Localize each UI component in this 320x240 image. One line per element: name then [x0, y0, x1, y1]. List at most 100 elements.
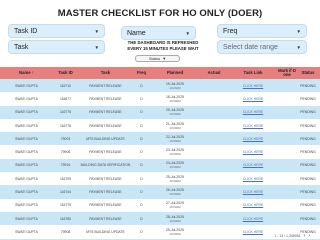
task-link[interactable]: CLICK HERE: [243, 124, 263, 128]
planned-time: 10:00AM: [169, 112, 181, 117]
cell-task-link: CLICK HERE: [228, 110, 278, 114]
cell-status: PENDING: [300, 83, 316, 88]
task-link[interactable]: CLICK HERE: [243, 177, 263, 181]
header-task-link[interactable]: Task Link: [228, 70, 278, 75]
cell-planned: 26-Jul-2025 10:00AM: [150, 188, 200, 196]
header-mark-done[interactable]: Mark if D one: [278, 68, 296, 77]
cell-task: PAYMENT RELEASE: [89, 110, 122, 115]
cell-freq: D: [140, 150, 143, 155]
task-link[interactable]: CLICK HERE: [243, 137, 263, 141]
table-row: SWATI GUPTA 116775 PAYMENT RELEASE D 27-Jul-…: [0, 198, 320, 212]
cell-name: SWATI GUPTA: [15, 110, 38, 115]
task-link[interactable]: CLICK HERE: [243, 110, 263, 114]
cell-planned: 27-Jul-2025 10:00AM: [150, 201, 200, 209]
table-body: SWATI GUPTA 116710 PAYMENT RELEASE D 19-Jul-…: [0, 79, 320, 240]
cell-status: PENDING: [300, 110, 316, 115]
table-row: SWATI GUPTA 79916 BUILDING DATA VERIFICATI…: [0, 158, 320, 173]
name-filter[interactable]: Name ▼: [121, 26, 196, 40]
cell-task: PAYMENT RELEASE: [89, 123, 122, 128]
planned-time: 10:00AM: [169, 205, 181, 210]
cell-task-id: 116776: [59, 110, 72, 115]
cell-status: PENDING: [300, 216, 316, 221]
cell-name: SWATI GUPTA: [15, 83, 38, 88]
table-row: SWATI GUPTA 79003 MTS BUILDING UPDATE D 22-J…: [0, 132, 320, 146]
task-link[interactable]: CLICK HERE: [243, 163, 263, 167]
chevron-down-icon: ▼: [185, 30, 190, 36]
table-header: Name ↑ Task ID Task Freq Planned Actual …: [0, 67, 320, 79]
task-id-filter[interactable]: Task ID ▼: [8, 24, 105, 38]
table-row: SWATI GUPTA 116677 PAYMENT RELEASE D 18-Jul-…: [0, 92, 320, 106]
cell-freq: D: [140, 163, 143, 168]
cell-planned: 21-Jul-2025 10:00AM: [150, 122, 200, 130]
cell-freq: D: [140, 216, 143, 221]
status-button-label: Status: [148, 56, 161, 61]
cell-freq: D: [140, 83, 143, 88]
planned-time: 10:00AM: [169, 138, 181, 143]
task-link[interactable]: CLICK HERE: [243, 230, 263, 234]
cell-task: MTS BUILDING UPDATE: [86, 229, 125, 234]
cell-name: SWATI GUPTA: [15, 96, 38, 101]
cell-task: PAYMENT RELEASE: [89, 203, 122, 208]
task-filter-label: Task: [14, 43, 29, 51]
cell-task-id: 79003: [60, 136, 71, 141]
table-row: SWATI GUPTA 79906 PAYMENT RELEASE D 23-Jul-2…: [0, 145, 320, 159]
cell-status: PENDING: [300, 163, 316, 168]
table-row: SWATI GUPTA 116778 PAYMENT RELEASE D 21-Jul-…: [0, 118, 320, 133]
cell-task-id: 116778: [59, 123, 72, 128]
cell-name: SWATI GUPTA: [15, 136, 38, 141]
status-filter-button[interactable]: Status ▼: [135, 55, 180, 62]
cell-task-link: CLICK HERE: [228, 84, 278, 88]
pagination-label: 1 - 13 / 1,348061: [274, 234, 301, 238]
task-table: Name ↑ Task ID Task Freq Planned Actual …: [0, 67, 320, 240]
date-range-picker[interactable]: Select date range ▼: [217, 40, 307, 54]
header-name[interactable]: Name ↑: [0, 70, 53, 75]
task-link[interactable]: CLICK HERE: [243, 203, 263, 207]
planned-date: 21-Jul-2025: [166, 121, 184, 126]
header-actual[interactable]: Actual: [200, 70, 228, 75]
planned-time: 10:00AM: [169, 218, 181, 223]
header-status[interactable]: Status: [296, 70, 320, 75]
freq-filter-label: Freq: [223, 27, 238, 35]
cell-name: SWATI GUPTA: [15, 150, 38, 155]
table-row: SWATI GUPTA 116780 PAYMENT RELEASE D 28-Jul-…: [0, 211, 320, 226]
header-freq[interactable]: Freq: [133, 70, 150, 75]
table-row: SWATI GUPTA 116744 PAYMENT RELEASE D 26-Jul-…: [0, 185, 320, 199]
cell-task-id: 116709: [59, 176, 72, 181]
cell-task: PAYMENT RELEASE: [89, 190, 122, 195]
chevron-right-icon[interactable]: ›: [308, 233, 310, 239]
task-link[interactable]: CLICK HERE: [243, 217, 263, 221]
planned-time: 10:00AM: [169, 125, 181, 130]
cell-task: MTS BUILDING UPDATE: [86, 136, 125, 141]
cell-name: SWATI GUPTA: [15, 216, 38, 221]
task-link[interactable]: CLICK HERE: [243, 190, 263, 194]
header-planned[interactable]: Planned: [150, 70, 200, 75]
cell-task-id: 116780: [59, 216, 72, 221]
planned-time: 10:00AM: [169, 85, 181, 90]
cell-freq: D: [140, 229, 143, 234]
chevron-down-icon: ▼: [94, 28, 99, 34]
cell-name: SWATI GUPTA: [15, 190, 38, 195]
task-link[interactable]: CLICK HERE: [243, 150, 263, 154]
header-task[interactable]: Task: [78, 70, 133, 75]
cell-task-link: CLICK HERE: [228, 217, 278, 221]
cell-status: PENDING: [300, 136, 316, 141]
chevron-down-icon: ▼: [94, 44, 99, 50]
task-link[interactable]: CLICK HERE: [243, 97, 263, 101]
chevron-left-icon[interactable]: ‹: [304, 233, 306, 239]
task-filter[interactable]: Task ▼: [8, 40, 105, 54]
cell-status: PENDING: [300, 176, 316, 181]
planned-time: 10:00AM: [169, 152, 181, 157]
task-link[interactable]: CLICK HERE: [243, 84, 263, 88]
cell-status: PENDING: [300, 150, 316, 155]
date-range-label: Select date range: [223, 43, 278, 51]
task-id-filter-label: Task ID: [14, 27, 38, 35]
cell-task-id: 116710: [59, 83, 72, 88]
cell-planned: 24-Jul-2025 10:00AM: [150, 161, 200, 169]
cell-task: PAYMENT RELEASE: [89, 83, 122, 88]
header-task-id[interactable]: Task ID: [53, 70, 78, 75]
freq-filter[interactable]: Freq ▼: [217, 24, 307, 38]
pagination: 1 - 13 / 1,348061 ‹ ›: [274, 233, 310, 239]
cell-task-link: CLICK HERE: [228, 203, 278, 207]
cell-task-id: 79916: [60, 163, 71, 168]
planned-time: 10:00AM: [169, 98, 181, 103]
